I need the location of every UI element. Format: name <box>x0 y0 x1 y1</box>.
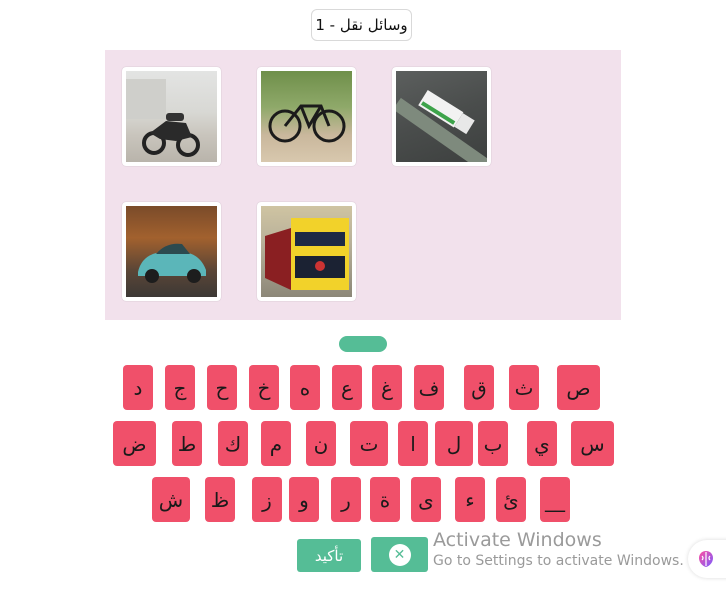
key[interactable]: ن <box>306 421 336 466</box>
key[interactable]: ئ <box>496 477 526 522</box>
motorcycle-photo <box>126 71 217 162</box>
key[interactable]: ع <box>332 365 362 410</box>
answer-slot <box>339 336 387 352</box>
watermark-subtitle: Go to Settings to activate Windows. <box>433 553 684 569</box>
brain-icon <box>699 551 713 567</box>
image-card-train[interactable] <box>257 202 356 301</box>
key[interactable]: ق <box>464 365 494 410</box>
key[interactable]: ف <box>414 365 444 410</box>
key[interactable]: س <box>571 421 614 466</box>
key[interactable]: و <box>289 477 319 522</box>
key[interactable]: ز <box>252 477 282 522</box>
key[interactable]: ل <box>435 421 473 466</box>
train-photo <box>261 206 352 297</box>
images-panel <box>105 50 621 320</box>
key[interactable]: د <box>123 365 153 410</box>
watermark-title: Activate Windows <box>433 529 602 551</box>
key[interactable]: ث <box>509 365 539 410</box>
activation-watermark: Activate Windows Go to Settings to activ… <box>433 529 684 569</box>
key[interactable]: ي <box>527 421 557 466</box>
key[interactable]: غ <box>372 365 402 410</box>
brain-extension-button[interactable] <box>688 540 726 578</box>
key[interactable]: ى <box>411 477 441 522</box>
key[interactable]: ش <box>152 477 190 522</box>
key[interactable]: ر <box>331 477 361 522</box>
bicycle-photo <box>261 71 352 162</box>
key[interactable]: ح <box>207 365 237 410</box>
key[interactable]: ض <box>113 421 156 466</box>
car-photo <box>126 206 217 297</box>
key[interactable]: ظ <box>205 477 235 522</box>
key[interactable]: خ <box>249 365 279 410</box>
key[interactable]: __ <box>540 477 570 522</box>
image-card-truck[interactable] <box>392 67 491 166</box>
image-card-car[interactable] <box>122 202 221 301</box>
page-title: وسائل نقل - 1 <box>311 9 412 41</box>
key[interactable]: ت <box>350 421 388 466</box>
image-card-bicycle[interactable] <box>257 67 356 166</box>
key[interactable]: ج <box>165 365 195 410</box>
key[interactable]: ك <box>218 421 248 466</box>
confirm-button[interactable]: تأكيد <box>297 539 361 572</box>
key[interactable]: ة <box>370 477 400 522</box>
key[interactable]: ا <box>398 421 428 466</box>
close-icon: ✕ <box>388 543 411 566</box>
key[interactable]: ص <box>557 365 600 410</box>
key[interactable]: ء <box>455 477 485 522</box>
image-card-motorcycle[interactable] <box>122 67 221 166</box>
key[interactable]: ط <box>172 421 202 466</box>
truck-photo <box>396 71 487 162</box>
clear-button[interactable]: ✕ <box>371 537 428 572</box>
key[interactable]: ه <box>290 365 320 410</box>
key[interactable]: ب <box>478 421 508 466</box>
key[interactable]: م <box>261 421 291 466</box>
